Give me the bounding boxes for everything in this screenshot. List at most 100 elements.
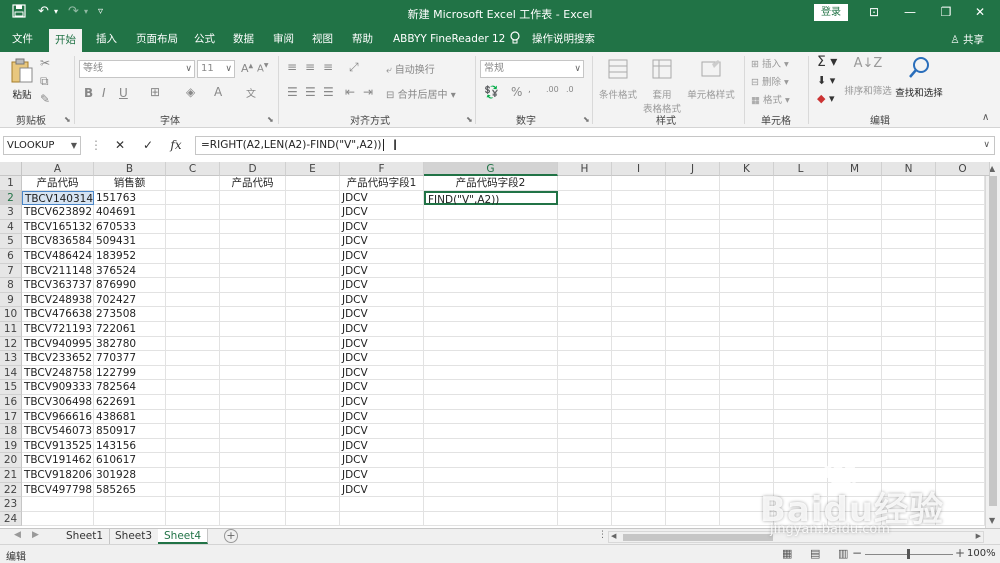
cell-e11[interactable] bbox=[286, 322, 340, 337]
cell-c18[interactable] bbox=[166, 424, 220, 439]
cell-o13[interactable] bbox=[936, 351, 985, 366]
cell-e3[interactable] bbox=[286, 205, 340, 220]
cell-m19[interactable] bbox=[828, 438, 882, 454]
cell-i17[interactable] bbox=[612, 409, 666, 425]
cell-j7[interactable] bbox=[666, 263, 720, 279]
cell-j4[interactable] bbox=[666, 219, 720, 235]
cell-k19[interactable] bbox=[720, 438, 774, 454]
cell-h18[interactable] bbox=[558, 424, 612, 439]
cell-j22[interactable] bbox=[666, 482, 720, 498]
cell-k21[interactable] bbox=[720, 468, 774, 483]
cell-n1[interactable] bbox=[882, 176, 936, 191]
cell-o3[interactable] bbox=[936, 205, 985, 220]
cell-o10[interactable] bbox=[936, 307, 985, 322]
cell-g3[interactable] bbox=[424, 205, 558, 220]
cell-c15[interactable] bbox=[166, 380, 220, 395]
font-color-icon[interactable]: A bbox=[214, 85, 222, 99]
cell-c16[interactable] bbox=[166, 395, 220, 410]
cell-g23[interactable] bbox=[424, 497, 558, 512]
row-header[interactable]: 24 bbox=[0, 511, 22, 527]
cell-d17[interactable] bbox=[220, 409, 286, 425]
cell-o7[interactable] bbox=[936, 263, 985, 279]
cell-k4[interactable] bbox=[720, 219, 774, 235]
cell-c19[interactable] bbox=[166, 438, 220, 454]
cell-b11[interactable]: 722061 bbox=[94, 322, 166, 337]
cell-j12[interactable] bbox=[666, 336, 720, 352]
cell-m11[interactable] bbox=[828, 322, 882, 337]
cell-a18[interactable]: TBCV546073 bbox=[22, 424, 94, 439]
page-break-view-icon[interactable]: ▥ bbox=[838, 547, 848, 560]
cell-o19[interactable] bbox=[936, 438, 985, 454]
row-header[interactable]: 1 bbox=[0, 176, 22, 191]
cell-e8[interactable] bbox=[286, 278, 340, 293]
collapse-ribbon-icon[interactable]: ∧ bbox=[982, 112, 989, 123]
cell-e21[interactable] bbox=[286, 468, 340, 483]
cell-a24[interactable] bbox=[22, 511, 94, 527]
cell-k10[interactable] bbox=[720, 307, 774, 322]
cell-e6[interactable] bbox=[286, 249, 340, 264]
cell-f14[interactable]: JDCV bbox=[340, 365, 424, 381]
cell-d16[interactable] bbox=[220, 395, 286, 410]
cell-f1[interactable]: 产品代码字段1 bbox=[340, 176, 424, 191]
cell-k22[interactable] bbox=[720, 482, 774, 498]
cell-b9[interactable]: 702427 bbox=[94, 292, 166, 308]
cell-m8[interactable] bbox=[828, 278, 882, 293]
cell-g4[interactable] bbox=[424, 219, 558, 235]
insert-function-icon[interactable]: fx bbox=[166, 136, 186, 155]
tell-me-search[interactable]: 操作说明搜索 bbox=[526, 26, 601, 52]
comma-icon[interactable]: , bbox=[528, 85, 531, 95]
cell-d20[interactable] bbox=[220, 453, 286, 468]
scroll-right-icon[interactable]: ▶ bbox=[976, 532, 981, 540]
scroll-left-icon[interactable]: ◀ bbox=[611, 532, 616, 540]
row-header[interactable]: 16 bbox=[0, 395, 22, 410]
cell-l17[interactable] bbox=[774, 409, 828, 425]
cell-m18[interactable] bbox=[828, 424, 882, 439]
cell-i19[interactable] bbox=[612, 438, 666, 454]
font-launcher-icon[interactable]: ⬊ bbox=[267, 115, 274, 124]
cell-l20[interactable] bbox=[774, 453, 828, 468]
tab-abbyy[interactable]: ABBYY FineReader 12 bbox=[387, 26, 511, 52]
cell-e14[interactable] bbox=[286, 365, 340, 381]
cell-f12[interactable]: JDCV bbox=[340, 336, 424, 352]
cell-k3[interactable] bbox=[720, 205, 774, 220]
cell-b20[interactable]: 610617 bbox=[94, 453, 166, 468]
sheet-tab-sheet1[interactable]: Sheet1 bbox=[60, 529, 111, 544]
alignment-launcher-icon[interactable]: ⬊ bbox=[466, 115, 473, 124]
cell-g20[interactable] bbox=[424, 453, 558, 468]
sort-filter-button[interactable]: A↓Z 排序和筛选 bbox=[842, 56, 894, 97]
cell-j13[interactable] bbox=[666, 351, 720, 366]
cell-f16[interactable]: JDCV bbox=[340, 395, 424, 410]
cell-o16[interactable] bbox=[936, 395, 985, 410]
align-right-icon[interactable]: ☰ bbox=[323, 85, 334, 99]
column-header-i[interactable]: I bbox=[612, 162, 666, 176]
cell-l4[interactable] bbox=[774, 219, 828, 235]
cell-e24[interactable] bbox=[286, 511, 340, 527]
cell-n10[interactable] bbox=[882, 307, 936, 322]
cell-e7[interactable] bbox=[286, 263, 340, 279]
cell-h19[interactable] bbox=[558, 438, 612, 454]
cell-k15[interactable] bbox=[720, 380, 774, 395]
row-header[interactable]: 12 bbox=[0, 336, 22, 352]
cell-n4[interactable] bbox=[882, 219, 936, 235]
cell-n23[interactable] bbox=[882, 497, 936, 512]
cell-m23[interactable] bbox=[828, 497, 882, 512]
cell-c23[interactable] bbox=[166, 497, 220, 512]
cell-n20[interactable] bbox=[882, 453, 936, 468]
row-header[interactable]: 17 bbox=[0, 409, 22, 425]
cell-o1[interactable] bbox=[936, 176, 985, 191]
cell-g5[interactable] bbox=[424, 234, 558, 249]
row-header[interactable]: 18 bbox=[0, 424, 22, 439]
cell-b19[interactable]: 143156 bbox=[94, 438, 166, 454]
cell-m12[interactable] bbox=[828, 336, 882, 352]
column-header-g[interactable]: G bbox=[424, 162, 558, 176]
row-header[interactable]: 14 bbox=[0, 365, 22, 381]
cell-n2[interactable] bbox=[882, 190, 936, 206]
percent-icon[interactable]: % bbox=[511, 85, 522, 99]
cell-k11[interactable] bbox=[720, 322, 774, 337]
cell-m9[interactable] bbox=[828, 292, 882, 308]
column-header-j[interactable]: J bbox=[666, 162, 720, 176]
cell-j20[interactable] bbox=[666, 453, 720, 468]
cell-l21[interactable] bbox=[774, 468, 828, 483]
vertical-scrollbar[interactable]: ▲ ▼ bbox=[985, 162, 1000, 528]
cell-e23[interactable] bbox=[286, 497, 340, 512]
